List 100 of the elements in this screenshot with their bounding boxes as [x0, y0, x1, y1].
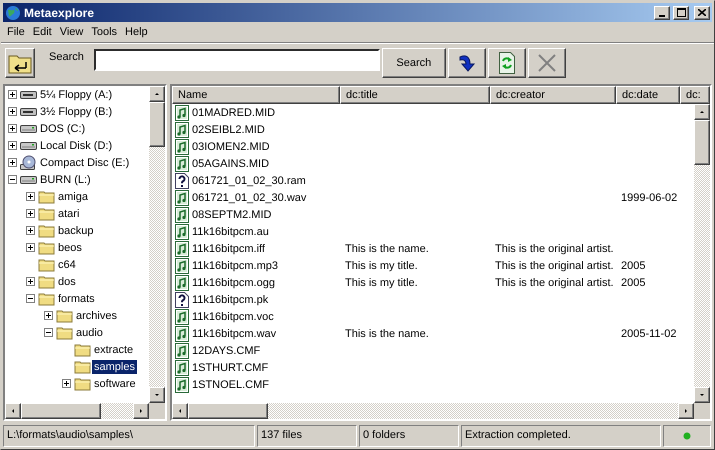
scroll-up-button[interactable]	[149, 86, 165, 102]
column-header[interactable]: dc:title	[340, 86, 490, 104]
scrollbar-thumb[interactable]	[188, 403, 268, 419]
scroll-up-button[interactable]	[694, 104, 710, 120]
collapse-icon[interactable]	[8, 175, 17, 184]
tree-item[interactable]: formats	[56, 292, 97, 306]
search-field[interactable]	[94, 49, 380, 71]
folder-icon	[56, 308, 73, 323]
drive-icon	[20, 123, 37, 134]
scrollbar-corner	[694, 403, 710, 419]
tree-item[interactable]: backup	[56, 224, 96, 238]
jump-button[interactable]	[448, 48, 486, 78]
expand-icon[interactable]	[8, 107, 17, 116]
music-file-icon	[175, 342, 189, 358]
file-name[interactable]: 061721_01_02_30.wav	[192, 192, 306, 204]
tree-item[interactable]: software	[92, 376, 138, 390]
tree-item[interactable]: DOS (C:)	[38, 122, 88, 136]
tree-item[interactable]: archives	[74, 308, 119, 322]
column-header[interactable]: dc:creator	[490, 86, 616, 104]
expand-icon[interactable]	[8, 158, 17, 167]
file-name[interactable]: 11k16bitpcm.ogg	[192, 276, 275, 288]
tree-item[interactable]: amiga	[56, 190, 90, 204]
column-header[interactable]: Name	[172, 86, 340, 104]
file-name[interactable]: 11k16bitpcm.mp3	[192, 260, 278, 272]
file-name[interactable]: 12DAYS.CMF	[192, 344, 260, 356]
file-name[interactable]: 11k16bitpcm.voc	[192, 310, 274, 322]
expand-icon[interactable]	[26, 243, 35, 252]
scroll-down-button[interactable]	[694, 387, 710, 403]
menu-item[interactable]: Help	[121, 26, 152, 38]
column-header[interactable]: dc:date	[616, 86, 680, 104]
menu-item[interactable]: Edit	[28, 26, 56, 38]
expand-icon[interactable]	[8, 124, 17, 133]
file-name[interactable]: 11k16bitpcm.au	[192, 226, 269, 238]
close-button[interactable]	[694, 6, 710, 20]
tree-item[interactable]: audio	[74, 326, 105, 340]
unknown-file-icon	[175, 292, 189, 308]
scrollbar-thumb[interactable]	[694, 120, 710, 165]
refresh-button[interactable]	[488, 48, 526, 78]
tree-item[interactable]: dos	[56, 274, 78, 288]
scrollbar-thumb[interactable]	[149, 102, 165, 147]
vertical-scrollbar[interactable]	[694, 104, 710, 403]
scroll-left-button[interactable]	[5, 403, 21, 419]
table-cell: 2005	[621, 260, 646, 272]
cross-icon	[536, 53, 557, 73]
expand-icon[interactable]	[26, 209, 35, 218]
expand-icon[interactable]	[44, 311, 53, 320]
globe-icon	[5, 4, 21, 20]
file-name[interactable]: 03IOMEN2.MID	[192, 140, 270, 152]
file-name[interactable]: 05AGAINS.MID	[192, 158, 270, 170]
horizontal-scrollbar[interactable]	[5, 403, 149, 419]
tree-item[interactable]: atari	[56, 206, 82, 220]
collapse-icon[interactable]	[26, 294, 35, 303]
file-name[interactable]: 11k16bitpcm.wav	[192, 328, 276, 340]
file-name[interactable]: 08SEPTM2.MID	[192, 208, 272, 220]
maximize-button[interactable]	[673, 6, 689, 20]
tree-item[interactable]: 3½ Floppy (B:)	[38, 104, 114, 118]
file-name[interactable]: 11k16bitpcm.iff	[192, 242, 265, 254]
tree-item[interactable]: Compact Disc (E:)	[38, 156, 132, 170]
file-name[interactable]: 11k16bitpcm.pk	[192, 294, 268, 306]
tree-item[interactable]: extracte	[92, 342, 136, 356]
tree-item[interactable]: beos	[56, 240, 84, 254]
scroll-down-button[interactable]	[149, 387, 165, 403]
folder-icon	[38, 206, 55, 221]
search-button[interactable]: Search	[382, 48, 446, 78]
scroll-right-button[interactable]	[678, 403, 694, 419]
horizontal-scrollbar[interactable]	[172, 403, 694, 419]
menu-item[interactable]: File	[3, 26, 29, 38]
tree-item[interactable]: Local Disk (D:)	[38, 138, 114, 152]
folder-icon	[38, 274, 55, 289]
expand-icon[interactable]	[26, 192, 35, 201]
menu-item[interactable]: View	[56, 26, 88, 38]
column-header[interactable]: dc:	[680, 86, 710, 104]
minimize-button[interactable]	[654, 6, 670, 20]
tree-item[interactable]: samples	[92, 360, 137, 374]
arrow-right-icon	[684, 407, 688, 415]
vertical-scrollbar[interactable]	[149, 86, 165, 403]
expand-icon[interactable]	[62, 379, 71, 388]
scroll-left-button[interactable]	[172, 403, 188, 419]
expand-icon[interactable]	[26, 277, 35, 286]
scrollbar-thumb[interactable]	[21, 403, 101, 419]
file-name[interactable]: 061721_01_02_30.ram	[192, 174, 306, 186]
expand-icon[interactable]	[26, 226, 35, 235]
file-name[interactable]: 1STHURT.CMF	[192, 362, 268, 374]
collapse-icon[interactable]	[44, 328, 53, 337]
stop-button[interactable]	[528, 48, 566, 78]
folder-icon	[38, 257, 55, 272]
status-light-icon	[683, 432, 691, 440]
scroll-right-button[interactable]	[133, 403, 149, 419]
file-name[interactable]: 02SEIBL2.MID	[192, 124, 265, 136]
folder-icon	[38, 189, 55, 204]
tree-item[interactable]: BURN (L:)	[38, 172, 93, 186]
file-name[interactable]: 01MADRED.MID	[192, 106, 276, 118]
expand-icon[interactable]	[8, 141, 17, 150]
drive-icon	[20, 140, 37, 151]
up-folder-button[interactable]	[5, 48, 35, 78]
menu-item[interactable]: Tools	[87, 26, 122, 38]
tree-item[interactable]: 5¼ Floppy (A:)	[38, 88, 114, 102]
expand-icon[interactable]	[8, 90, 17, 99]
file-name[interactable]: 1STNOEL.CMF	[192, 378, 270, 390]
tree-item[interactable]: c64	[56, 258, 78, 272]
